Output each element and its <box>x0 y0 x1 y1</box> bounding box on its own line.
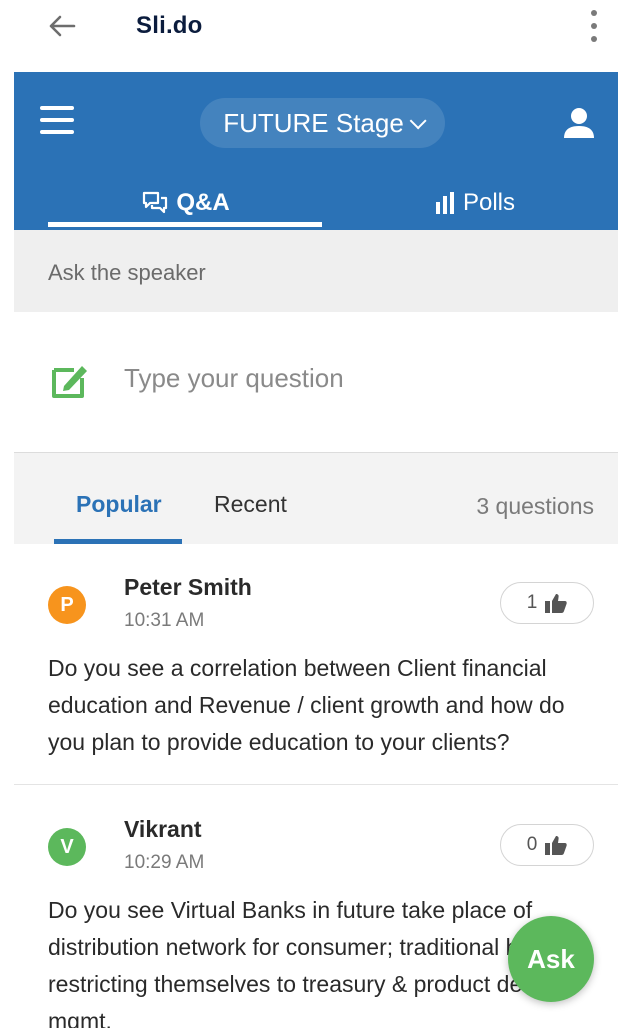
ask-speaker-section: Ask the speaker <box>14 230 618 312</box>
event-selector[interactable]: FUTURE Stage <box>200 98 445 148</box>
question-input[interactable] <box>122 362 586 395</box>
question-time: 10:31 AM <box>124 610 205 631</box>
question-author: Vikrant <box>124 816 202 842</box>
question-item: P Peter Smith 10:31 AM 1 Do you see a co… <box>14 544 618 785</box>
bar-chart-icon <box>435 192 455 214</box>
tab-qa-label: Q&A <box>176 189 230 216</box>
thumbs-up-icon <box>545 836 567 855</box>
question-input-row <box>14 312 618 452</box>
question-filter-bar: Popular Recent 3 questions <box>14 452 618 545</box>
like-button[interactable]: 1 <box>500 582 594 624</box>
app-title: Sli.do <box>136 12 203 39</box>
avatar: V <box>48 828 86 866</box>
more-options-icon[interactable] <box>588 10 600 42</box>
ask-button[interactable]: Ask <box>508 916 594 1002</box>
question-author: Peter Smith <box>124 574 252 600</box>
like-count: 1 <box>526 592 538 613</box>
like-button[interactable]: 0 <box>500 824 594 866</box>
chat-bubbles-icon <box>142 191 168 215</box>
event-name: FUTURE Stage <box>223 107 404 138</box>
top-app-bar: Sli.do <box>0 0 618 60</box>
chevron-down-icon <box>409 112 427 130</box>
tab-polls[interactable]: Polls <box>350 176 600 230</box>
like-count: 0 <box>526 834 538 855</box>
user-profile-icon[interactable] <box>562 106 596 140</box>
question-time: 10:29 AM <box>124 852 205 873</box>
active-tab-indicator <box>48 222 322 227</box>
question-text: Do you see a correlation between Client … <box>48 655 565 755</box>
question-count: 3 questions <box>476 493 594 519</box>
ask-speaker-label: Ask the speaker <box>48 260 206 285</box>
back-arrow-icon[interactable] <box>46 10 78 42</box>
hamburger-menu-icon[interactable] <box>40 106 74 134</box>
thumbs-up-icon <box>545 594 567 613</box>
event-header: FUTURE Stage Q&A Polls <box>14 72 618 230</box>
tab-popular[interactable]: Popular <box>76 491 162 518</box>
avatar: P <box>48 586 86 624</box>
tab-polls-label: Polls <box>462 189 516 216</box>
compose-icon <box>50 360 90 400</box>
tab-recent[interactable]: Recent <box>214 491 287 518</box>
